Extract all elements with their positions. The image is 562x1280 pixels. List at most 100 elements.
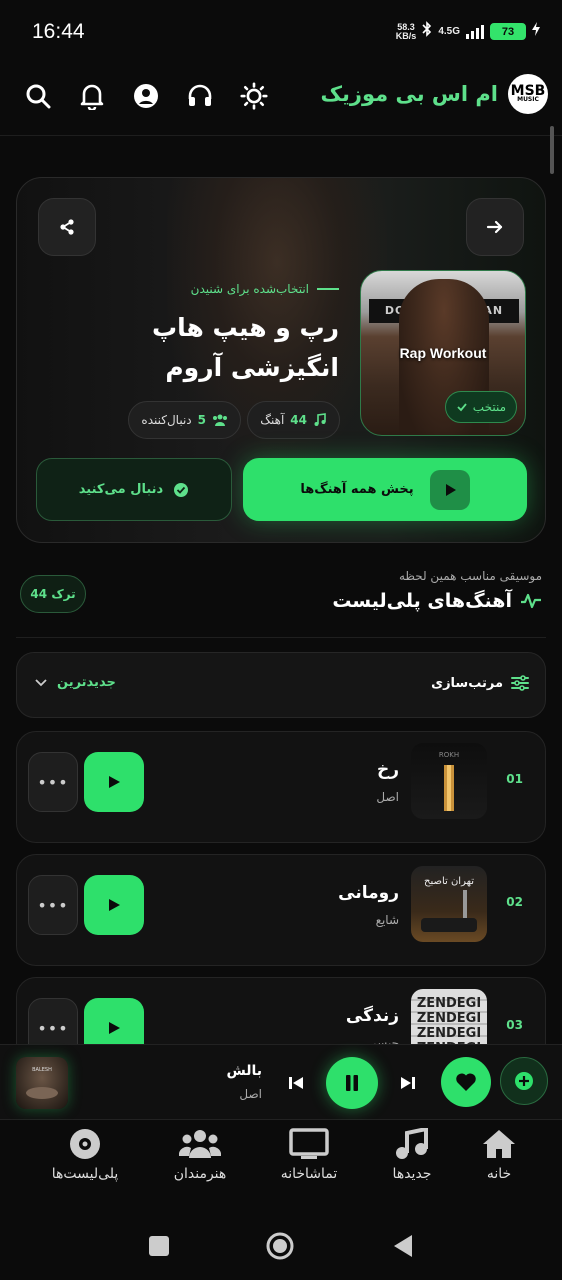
track-title: رخ <box>376 760 399 780</box>
search-icon[interactable] <box>24 78 52 114</box>
disc-icon <box>70 1129 100 1159</box>
skip-next-icon <box>401 1077 415 1089</box>
play-all-button[interactable]: پخش همه آهنگ‌ها <box>243 458 527 521</box>
sun-icon[interactable] <box>240 78 268 114</box>
divider <box>16 637 546 638</box>
track-row[interactable]: 02 تهران تاصبح رومانی شایع ••• <box>16 854 546 966</box>
play-icon <box>109 1022 120 1034</box>
sort-bar[interactable]: مرتب‌سازی جدیدترین <box>16 652 546 718</box>
followers-count-pill: دنبال‌کننده 5 <box>128 401 241 439</box>
track-number: 03 <box>506 1018 523 1032</box>
signal-icon <box>466 24 484 39</box>
app-header: ام اس بی موزیک MSB MUSIC <box>0 64 562 136</box>
playlist-cover: DOWNTOWN TAN Rap Workout منتخب <box>360 270 526 436</box>
app-name: ام اس بی موزیک <box>320 82 498 106</box>
track-more-button[interactable]: ••• <box>28 875 78 935</box>
charging-icon <box>532 22 540 41</box>
track-play-button[interactable] <box>84 752 144 812</box>
track-number: 01 <box>506 772 523 786</box>
artwork-text: ZENDEGI <box>417 1011 481 1026</box>
previous-button[interactable] <box>284 1069 308 1097</box>
now-playing-artist: اصل <box>239 1087 262 1101</box>
bell-icon[interactable] <box>78 78 106 114</box>
back-triangle-icon[interactable] <box>392 1233 414 1259</box>
waveform-icon <box>521 593 541 609</box>
track-count-badge: 44 ترک <box>20 575 86 613</box>
sliders-icon <box>511 675 529 691</box>
arrow-right-icon <box>486 220 503 234</box>
track-title: زندگی <box>345 1006 399 1026</box>
app-logo: MSB MUSIC <box>508 74 548 114</box>
pause-icon <box>346 1075 358 1091</box>
nav-new[interactable]: جدیدها <box>362 1128 462 1198</box>
users-icon <box>213 414 227 426</box>
playlist-title: رپ و هیپ هاپ انگیزشی آروم <box>151 313 339 382</box>
system-navigation-bar <box>0 1200 562 1280</box>
track-row[interactable]: 01 ROKH رخ اصل ••• <box>16 731 546 843</box>
nav-home[interactable]: خانه <box>449 1128 549 1198</box>
nav-artists[interactable]: هنرمندان <box>150 1128 250 1198</box>
hero-eyebrow: انتخاب‌شده برای شنیدن <box>191 282 339 296</box>
section-subtitle: موسیقی مناسب همین لحظه <box>398 569 542 583</box>
share-icon <box>60 219 74 235</box>
play-icon <box>429 469 470 510</box>
artwork-text: BALESH <box>32 1067 52 1073</box>
track-artwork: تهران تاصبح <box>411 866 487 942</box>
playlist-hero-card: DOWNTOWN TAN Rap Workout منتخب انتخاب‌شد… <box>16 177 546 543</box>
home-button-icon[interactable] <box>266 1232 294 1260</box>
more-icon: ••• <box>37 772 69 792</box>
check-icon <box>457 403 467 412</box>
battery-level: 73 <box>501 25 515 38</box>
now-playing-artwork[interactable]: BALESH <box>16 1057 68 1109</box>
eyebrow-line <box>317 288 339 290</box>
nav-theater[interactable]: تماشاخانه <box>259 1128 359 1198</box>
following-button[interactable]: دنبال می‌کنید <box>36 458 232 521</box>
bluetooth-icon <box>422 21 432 42</box>
home-icon <box>483 1130 515 1158</box>
share-button[interactable] <box>38 198 96 256</box>
music-note-icon <box>314 413 326 426</box>
headset-icon[interactable] <box>186 78 214 114</box>
status-time: 16:44 <box>32 20 85 43</box>
user-icon[interactable] <box>132 78 160 114</box>
music-icon <box>396 1128 428 1159</box>
add-to-playlist-button[interactable] <box>500 1057 548 1105</box>
artwork-text: ZENDEGI <box>417 996 481 1011</box>
artwork-text: ROKH <box>439 751 459 759</box>
back-button[interactable] <box>466 198 524 256</box>
track-number: 02 <box>506 895 523 909</box>
featured-badge: منتخب <box>444 391 517 423</box>
plus-circle-icon <box>515 1072 533 1090</box>
chevron-down-icon <box>35 678 47 686</box>
battery-icon: 73 <box>490 23 526 40</box>
heart-icon <box>456 1073 476 1091</box>
track-play-button[interactable] <box>84 875 144 935</box>
like-button[interactable] <box>441 1057 491 1107</box>
status-indicators: 58.3 KB/s 4.5G 73 <box>396 21 540 42</box>
status-bar: 16:44 58.3 KB/s 4.5G 73 <box>0 0 562 64</box>
next-button[interactable] <box>396 1069 420 1097</box>
users-icon <box>179 1130 221 1158</box>
track-more-button[interactable]: ••• <box>28 752 78 812</box>
now-playing-title: بالش <box>226 1063 262 1079</box>
sort-label: مرتب‌سازی <box>431 675 529 691</box>
track-artist: شایع <box>375 913 399 927</box>
net-speed: 58.3 KB/s <box>395 21 417 41</box>
artwork-text: تهران تاصبح <box>424 876 474 887</box>
tv-icon <box>289 1128 329 1159</box>
songs-count-pill: آهنگ 44 <box>247 401 340 439</box>
network-type: 4.5G <box>438 26 460 37</box>
sort-dropdown[interactable]: جدیدترین <box>35 675 116 690</box>
mini-player[interactable]: BALESH بالش اصل <box>0 1044 562 1120</box>
pause-button[interactable] <box>326 1057 378 1109</box>
cover-title: Rap Workout <box>399 345 487 361</box>
more-icon: ••• <box>37 1018 69 1038</box>
nav-playlists[interactable]: پلی‌لیست‌ها <box>35 1128 135 1198</box>
section-title: آهنگ‌های پلی‌لیست <box>332 590 542 612</box>
track-artist: اصل <box>376 790 399 804</box>
scrollbar[interactable] <box>550 126 554 174</box>
skip-previous-icon <box>289 1077 303 1089</box>
brand[interactable]: ام اس بی موزیک MSB MUSIC <box>321 74 548 114</box>
track-title: رومانی <box>338 883 399 903</box>
recents-icon[interactable] <box>148 1235 170 1257</box>
